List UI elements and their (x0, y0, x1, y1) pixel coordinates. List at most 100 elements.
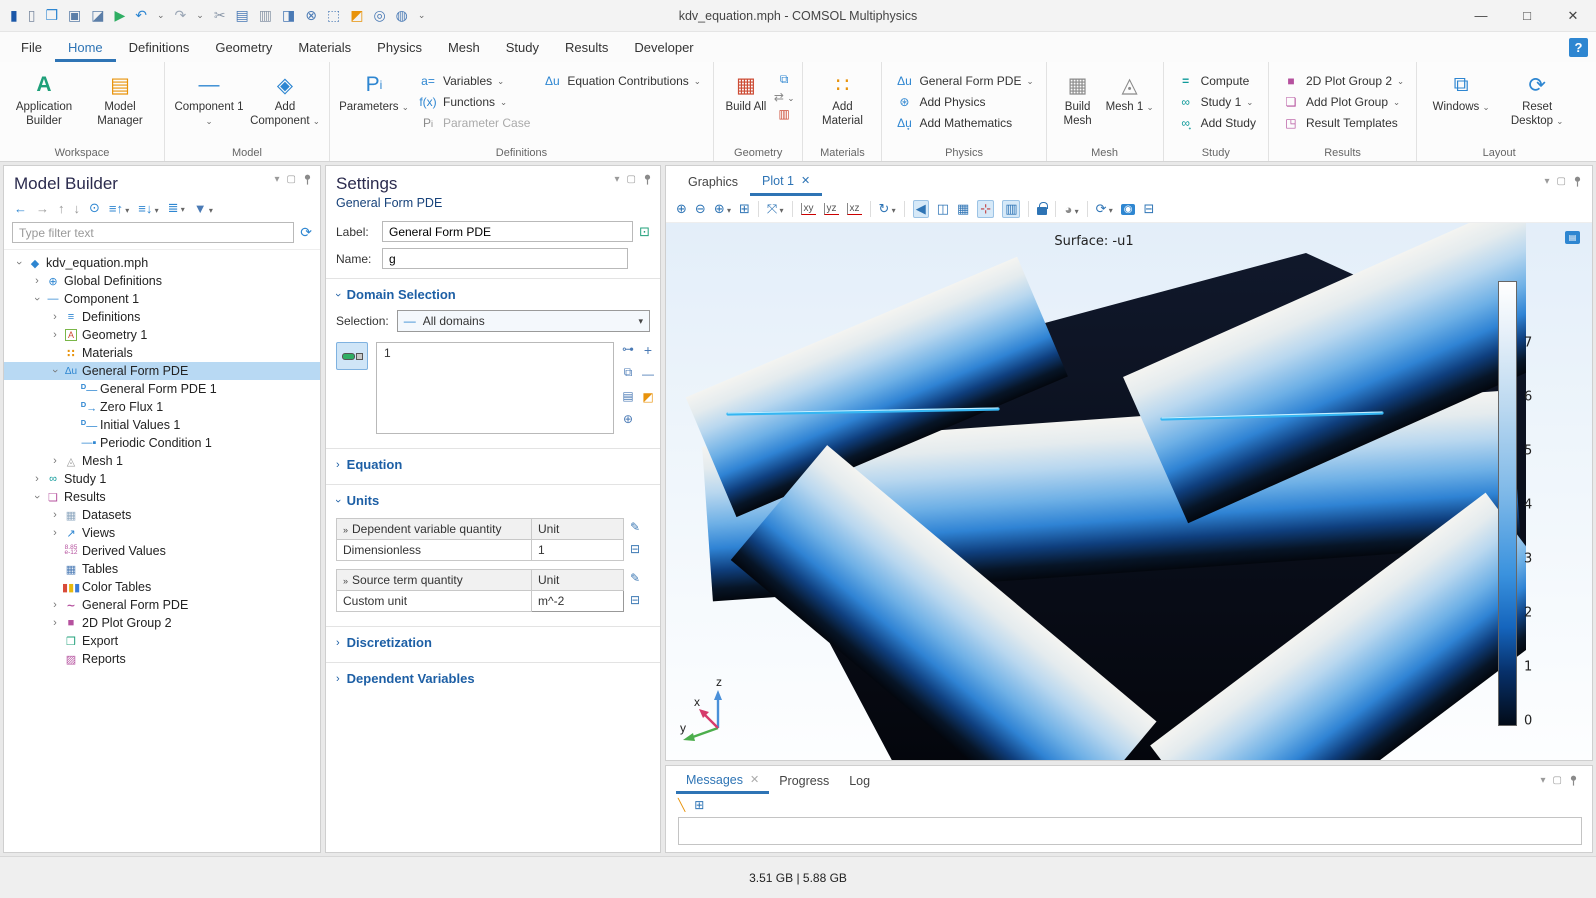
component-1-button[interactable]: — Component 1 ⌄ (173, 68, 245, 143)
transparency-icon[interactable]: ◫ (937, 201, 949, 217)
variables-button[interactable]: a= Variables⌄ (414, 72, 534, 90)
tree-node-root[interactable]: ›◆ kdv_equation.mph (4, 254, 320, 272)
wireframe-icon[interactable]: ▦ (957, 201, 969, 217)
minimize-button[interactable]: — (1458, 0, 1504, 31)
compute-button[interactable]: = Compute (1172, 72, 1260, 90)
clear-selection-icon[interactable]: ◩ (642, 390, 653, 404)
application-builder-button[interactable]: A Application Builder (8, 68, 80, 143)
expand-all-icon[interactable]: ≡↓ ▾ (138, 201, 158, 216)
undo-chevron-icon[interactable]: ⌄ (157, 10, 165, 21)
result-templates-button[interactable]: ◳ Result Templates (1277, 114, 1408, 132)
menu-developer[interactable]: Developer (621, 32, 706, 62)
environment-icon[interactable]: ◕ ▾ (1064, 202, 1078, 217)
build-mesh-button[interactable]: ▦ Build Mesh (1055, 68, 1101, 143)
menu-mesh[interactable]: Mesh (435, 32, 493, 62)
tree-node-general-form-pde-results[interactable]: ›∼ General Form PDE (4, 596, 320, 614)
zoom-in-icon[interactable]: ⊕ (676, 201, 687, 217)
cut-icon[interactable]: ✂ (214, 7, 226, 24)
insert-sequence-icon[interactable]: ⧉ (780, 72, 789, 87)
menu-physics[interactable]: Physics (364, 32, 435, 62)
new-file-icon[interactable]: ▯ (28, 7, 36, 24)
model-manager-button[interactable]: ▤ Model Manager (84, 68, 156, 143)
zoom-extents-icon[interactable]: ⊞ (739, 201, 750, 217)
filter-icon[interactable]: ▼ ▾ (194, 201, 213, 216)
panel-menu-icon[interactable]: ▾ (1545, 176, 1550, 187)
equation-contributions-button[interactable]: Δu Equation Contributions⌄ (538, 72, 705, 90)
duplicate-icon[interactable]: ◨ (282, 7, 295, 24)
section-dependent-variables[interactable]: ›Dependent Variables (326, 663, 660, 692)
tree-node-component-1[interactable]: ›— Component 1 (4, 290, 320, 308)
pin-icon[interactable] (1569, 775, 1578, 786)
table-options-icon[interactable]: ⊟ (630, 593, 640, 607)
close-tab-icon[interactable]: ✕ (801, 174, 810, 187)
rebuild-icon[interactable]: ⇄ ⌄ (774, 90, 795, 104)
add-material-button[interactable]: ∷ Add Material (811, 68, 873, 143)
help-button[interactable]: ? (1569, 38, 1588, 57)
copy-selection-icon[interactable]: ⧉ (624, 365, 633, 380)
table-expand-icon[interactable]: » (343, 576, 348, 586)
save-icon[interactable]: ▣ (68, 7, 81, 24)
tree-node-initial-values-1[interactable]: D— Initial Values 1 (4, 416, 320, 434)
study-1-button[interactable]: ∞ Study 1⌄ (1172, 93, 1260, 111)
panel-menu-icon[interactable]: ▾ (275, 174, 280, 185)
run-icon[interactable]: ▶ (114, 7, 125, 24)
filter-input[interactable] (12, 222, 294, 243)
table-options-icon[interactable]: ⊟ (630, 542, 640, 556)
tree-node-materials[interactable]: ∷ Materials (4, 344, 320, 362)
pin-icon[interactable] (1573, 176, 1582, 187)
scene-light-icon[interactable]: ◀ (913, 200, 929, 218)
plot-settings-icon[interactable]: ▤ (1565, 231, 1580, 244)
move-up-icon[interactable]: ↑ (58, 201, 65, 216)
domain-list[interactable]: 1 (376, 342, 614, 434)
forward-icon[interactable]: → (36, 201, 49, 216)
view-yz-icon[interactable]: yz (824, 203, 839, 215)
pin-icon[interactable] (643, 174, 652, 185)
plot-canvas[interactable]: Surface: -u1 ▤ (666, 223, 1592, 760)
zoom-box-icon[interactable]: ⊕ ▾ (714, 201, 731, 217)
tree-node-reports[interactable]: ▨ Reports (4, 650, 320, 668)
add-physics-button[interactable]: ⊛ Add Physics (890, 93, 1037, 111)
add-plot-group-button[interactable]: ❏ Add Plot Group⌄ (1277, 93, 1408, 111)
tree-node-zero-flux-1[interactable]: D→ Zero Flux 1 (4, 398, 320, 416)
tree-node-geometry-1[interactable]: ›A Geometry 1 (4, 326, 320, 344)
menu-definitions[interactable]: Definitions (116, 32, 203, 62)
add-to-selection-icon[interactable]: + (644, 342, 652, 358)
messages-output[interactable] (678, 817, 1582, 845)
menu-materials[interactable]: Materials (285, 32, 364, 62)
select-box-icon[interactable]: ⬚ (327, 7, 340, 24)
node-grouping-icon[interactable]: ≣ ▾ (168, 200, 185, 216)
menu-study[interactable]: Study (493, 32, 552, 62)
tree-node-export[interactable]: ❒ Export (4, 632, 320, 650)
app-logo-icon[interactable]: ▮ (10, 7, 18, 24)
build-all-button[interactable]: ▦ Build All (722, 68, 770, 143)
back-icon[interactable]: ← (14, 201, 27, 216)
section-domain-selection[interactable]: ›Domain Selection (326, 279, 660, 308)
tab-progress[interactable]: Progress (769, 766, 839, 794)
active-toggle-button[interactable] (336, 342, 368, 370)
update-icon[interactable]: ⟳ ▾ (1096, 201, 1113, 217)
default-view-icon[interactable]: ⤧ ▾ (767, 201, 784, 217)
menu-file[interactable]: File (8, 32, 55, 62)
panel-menu-icon[interactable]: ▾ (1541, 775, 1546, 786)
section-equation[interactable]: ›Equation (326, 449, 660, 478)
tree-node-derived-values[interactable]: 8.85e-12 Derived Values (4, 542, 320, 560)
general-form-pde-button[interactable]: Δu General Form PDE⌄ (890, 72, 1037, 90)
zoom-out-icon[interactable]: ⊖ (695, 201, 706, 217)
tab-log[interactable]: Log (839, 766, 880, 794)
move-down-icon[interactable]: ↓ (74, 201, 81, 216)
add-study-button[interactable]: ∞̟ Add Study (1172, 114, 1260, 132)
2d-plot-group-2-button[interactable]: ■ 2D Plot Group 2⌄ (1277, 72, 1408, 90)
add-component-button[interactable]: ◈ Add Component ⌄ (249, 68, 321, 143)
menu-results[interactable]: Results (552, 32, 621, 62)
print-icon[interactable]: ⊟ (1143, 201, 1154, 217)
edit-table-icon[interactable]: ✎ (630, 520, 640, 534)
redo-icon[interactable]: ↷ (175, 7, 187, 24)
tree-node-color-tables[interactable]: ▮▮▮ Color Tables (4, 578, 320, 596)
show-axes-icon[interactable]: ⊹ (977, 200, 994, 218)
undo-icon[interactable]: ↶ (135, 7, 147, 24)
add-mathematics-button[interactable]: Δu̟ Add Mathematics (890, 114, 1037, 132)
delete-icon[interactable]: ⊗ (305, 7, 317, 24)
clear-selection-icon[interactable]: ◩ (350, 7, 363, 24)
tree-node-general-form-pde-1[interactable]: D— General Form PDE 1 (4, 380, 320, 398)
tab-graphics[interactable]: Graphics (676, 166, 750, 196)
